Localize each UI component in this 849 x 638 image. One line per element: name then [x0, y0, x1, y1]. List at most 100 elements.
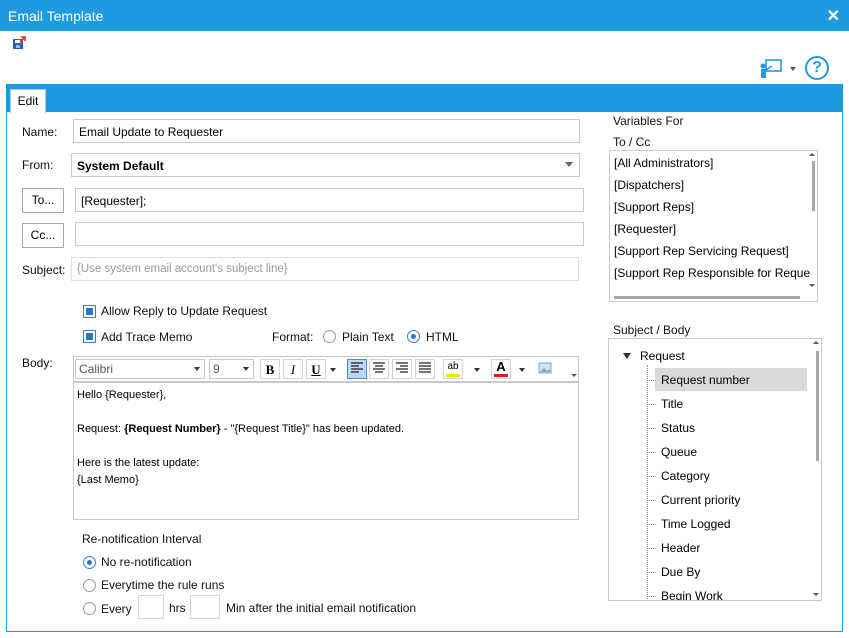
format-label: Format: [272, 330, 314, 344]
subject-label: Subject: [22, 263, 66, 277]
scrollbar-thumb[interactable] [812, 161, 815, 211]
list-item[interactable]: [All Administrators] [614, 156, 713, 170]
name-field[interactable]: Email Update to Requester [73, 119, 580, 143]
tree-item[interactable]: Category [661, 469, 710, 483]
tree-item[interactable]: Queue [661, 445, 697, 459]
highlight-button[interactable]: ab [443, 359, 463, 379]
chevron-down-icon[interactable] [813, 593, 819, 596]
to-button[interactable]: To... [22, 188, 64, 213]
from-select[interactable]: System Default [71, 153, 580, 177]
underline-button[interactable]: U [306, 359, 326, 379]
bold-button[interactable]: B [260, 359, 280, 379]
align-center-button[interactable] [369, 359, 389, 379]
renotify-none-radio[interactable] [83, 556, 96, 569]
chevron-down-icon [243, 367, 249, 371]
subject-body-tree[interactable]: Request Request number Title Status Queu… [608, 338, 822, 601]
tree-connector [647, 452, 656, 453]
cc-button[interactable]: Cc... [22, 223, 64, 248]
body-label: Body: [22, 356, 53, 370]
list-item[interactable]: [Support Rep Servicing Request] [614, 244, 789, 258]
tree-item[interactable]: Status [661, 421, 695, 435]
renotify-interval-label: Every [101, 602, 132, 616]
renotify-every-run-radio[interactable] [83, 579, 96, 592]
font-color-button[interactable]: A [491, 359, 511, 379]
justify-button[interactable] [415, 359, 435, 379]
collapse-triangle-icon[interactable] [623, 353, 631, 359]
chevron-up-icon[interactable] [809, 153, 815, 156]
tree-item[interactable]: Header [661, 541, 700, 555]
horizontal-scrollbar[interactable] [614, 296, 800, 299]
tree-connector [647, 500, 656, 501]
chevron-down-icon [565, 162, 573, 167]
align-right-button[interactable] [392, 359, 412, 379]
tree-item[interactable]: Time Logged [661, 517, 731, 531]
minutes-input[interactable] [190, 595, 220, 619]
allow-reply-checkbox[interactable] [83, 305, 96, 318]
align-right-icon [396, 362, 408, 373]
list-item[interactable]: [Support Rep Responsible for Reque [614, 266, 810, 280]
add-trace-memo-label: Add Trace Memo [101, 330, 193, 344]
presenter-icon[interactable] [759, 58, 783, 80]
tab-edit[interactable]: Edit [10, 89, 46, 113]
renotify-none-label: No re-notification [101, 555, 192, 569]
tree-connector [647, 548, 656, 549]
from-select-value: System Default [77, 159, 164, 173]
variables-list[interactable]: [All Administrators] [Dispatchers] [Supp… [609, 150, 818, 302]
justify-icon [419, 362, 431, 373]
subject-field[interactable]: {Use system email account's subject line… [71, 257, 579, 281]
close-icon[interactable]: ✕ [827, 6, 840, 26]
list-item[interactable]: [Support Reps] [614, 200, 694, 214]
chevron-down-icon[interactable] [571, 374, 577, 377]
align-center-icon [373, 362, 385, 373]
tree-root-request[interactable]: Request [640, 349, 685, 363]
variables-header: Variables For [613, 114, 684, 128]
highlight-color-bar [446, 374, 460, 377]
editor-toolbar: Calibri 9 B I U ab A [73, 356, 579, 382]
renotify-every-run-label: Everytime the rule runs [101, 578, 225, 592]
tree-item[interactable]: Begin Work [661, 589, 723, 600]
chevron-down-icon[interactable] [474, 368, 480, 372]
align-left-icon [351, 362, 363, 373]
italic-button[interactable]: I [283, 359, 303, 379]
renotification-header: Re-notification Interval [82, 532, 202, 546]
list-item[interactable]: [Dispatchers] [614, 178, 684, 192]
body-line: Request: {Request Number} - "{Request Ti… [77, 423, 404, 435]
chevron-down-icon[interactable] [519, 368, 525, 372]
hours-input[interactable] [138, 595, 164, 619]
tree-connector [647, 596, 656, 597]
chevron-down-icon[interactable] [330, 368, 336, 372]
help-icon[interactable]: ? [805, 56, 829, 80]
tree-item[interactable]: Title [661, 397, 683, 411]
insert-image-button[interactable] [535, 359, 555, 379]
list-item[interactable]: [Requester] [614, 222, 676, 236]
scrollbar-thumb[interactable] [816, 351, 819, 461]
body-editor[interactable]: Hello {Requester}, Request: {Request Num… [73, 382, 579, 520]
tree-item[interactable]: Current priority [661, 493, 740, 507]
format-html-radio[interactable] [407, 330, 420, 343]
save-icon[interactable] [12, 36, 26, 50]
tree-connector [647, 365, 648, 600]
allow-reply-label: Allow Reply to Update Request [101, 304, 268, 318]
minutes-label: Min after the initial email notification [226, 601, 417, 615]
align-left-button[interactable] [347, 359, 367, 379]
to-field[interactable]: [Requester]; [75, 188, 584, 212]
font-size-select[interactable]: 9 [209, 359, 254, 379]
chevron-down-icon[interactable] [809, 284, 815, 287]
help-toolbar: ? [759, 56, 839, 82]
hours-label: hrs [169, 601, 186, 615]
chevron-up-icon[interactable] [813, 341, 819, 344]
tree-connector [647, 428, 656, 429]
tree-connector [647, 524, 656, 525]
tree-item[interactable]: Due By [661, 565, 700, 579]
font-select[interactable]: Calibri [75, 359, 205, 379]
tree-connector [647, 404, 656, 405]
format-plain-label: Plain Text [342, 330, 394, 344]
renotify-interval-radio[interactable] [83, 602, 96, 615]
tree-connector [647, 572, 656, 573]
format-plain-radio[interactable] [323, 330, 336, 343]
chevron-down-icon[interactable] [790, 67, 796, 71]
add-trace-memo-checkbox[interactable] [83, 330, 96, 343]
tree-connector [647, 476, 656, 477]
tree-item[interactable]: Request number [661, 373, 750, 387]
cc-field[interactable] [75, 222, 584, 246]
